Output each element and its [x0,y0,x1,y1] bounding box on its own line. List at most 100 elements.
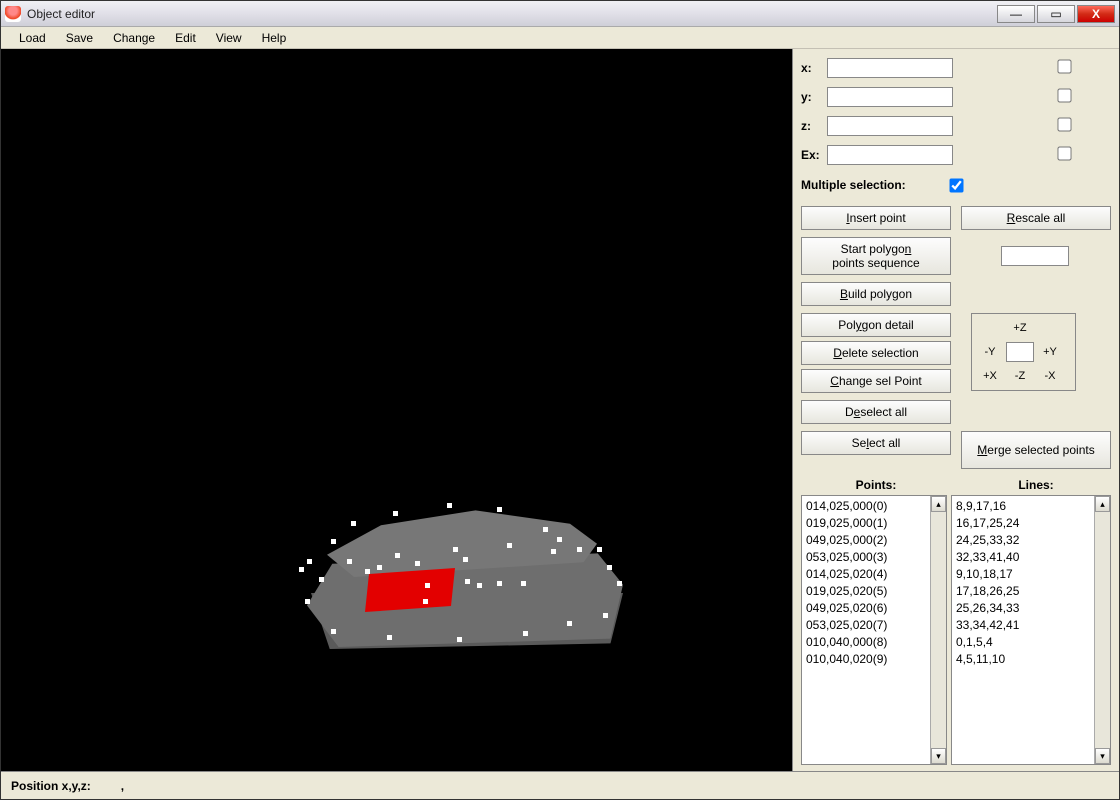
menu-help[interactable]: Help [252,29,297,47]
list-item[interactable]: 4,5,11,10 [956,651,1090,668]
vertex-handle[interactable] [331,629,336,634]
vertex-handle[interactable] [463,557,468,562]
nudge-plus-z[interactable]: +Z [1013,322,1026,334]
vertex-handle[interactable] [543,527,548,532]
list-item[interactable]: 17,18,26,25 [956,583,1090,600]
vertex-handle[interactable] [423,599,428,604]
nudge-plus-y[interactable]: +Y [1043,346,1057,358]
ex-input[interactable] [827,145,953,165]
vertex-handle[interactable] [603,613,608,618]
nudge-plus-x[interactable]: +X [983,370,997,382]
close-button[interactable]: X [1077,5,1115,23]
vertex-handle[interactable] [607,565,612,570]
vertex-handle[interactable] [305,599,310,604]
menu-load[interactable]: Load [9,29,56,47]
merge-selected-points-button[interactable]: Merge selected points [961,431,1111,469]
vertex-handle[interactable] [299,567,304,572]
list-item[interactable]: 32,33,41,40 [956,549,1090,566]
vertex-handle[interactable] [597,547,602,552]
lines-listbox[interactable]: 8,9,17,1616,17,25,2424,25,33,3232,33,41,… [951,495,1111,765]
vertex-handle[interactable] [351,521,356,526]
points-listbox[interactable]: 014,025,000(0)019,025,000(1)049,025,000(… [801,495,947,765]
vertex-handle[interactable] [365,569,370,574]
vertex-handle[interactable] [447,503,452,508]
list-item[interactable]: 8,9,17,16 [956,498,1090,515]
x-checkbox[interactable] [1057,59,1071,73]
vertex-handle[interactable] [331,539,336,544]
select-all-button[interactable]: Select all [801,431,951,455]
vertex-handle[interactable] [523,631,528,636]
deselect-all-button[interactable]: Deselect all [801,400,951,424]
vertex-handle[interactable] [393,511,398,516]
polygon-detail-button[interactable]: Polygon detail [801,313,951,337]
list-item[interactable]: 16,17,25,24 [956,515,1090,532]
multi-select-checkbox[interactable] [949,178,963,192]
vertex-handle[interactable] [507,543,512,548]
vertex-handle[interactable] [377,565,382,570]
insert-point-button[interactable]: Insert point [801,206,951,230]
list-item[interactable]: 010,040,000(8) [806,634,926,651]
lines-scrollbar[interactable]: ▴ ▾ [1094,496,1110,764]
nudge-minus-y[interactable]: -Y [985,346,996,358]
list-item[interactable]: 33,34,42,41 [956,617,1090,634]
list-item[interactable]: 053,025,000(3) [806,549,926,566]
vertex-handle[interactable] [453,547,458,552]
vertex-handle[interactable] [477,583,482,588]
menu-change[interactable]: Change [103,29,165,47]
y-input[interactable] [827,87,953,107]
points-scrollbar[interactable]: ▴ ▾ [930,496,946,764]
scroll-up-icon[interactable]: ▴ [1095,496,1110,512]
nudge-minus-x[interactable]: -X [1045,370,1056,382]
minimize-button[interactable]: — [997,5,1035,23]
menu-save[interactable]: Save [56,29,103,47]
scroll-down-icon[interactable]: ▾ [1095,748,1110,764]
vertex-handle[interactable] [319,577,324,582]
list-item[interactable]: 010,040,020(9) [806,651,926,668]
vertex-handle[interactable] [347,559,352,564]
polygon-seq-input[interactable] [1001,246,1069,266]
list-item[interactable]: 019,025,020(5) [806,583,926,600]
3d-viewport[interactable] [1,49,793,771]
vertex-handle[interactable] [425,583,430,588]
delete-selection-button[interactable]: Delete selection [801,341,951,365]
vertex-handle[interactable] [617,581,622,586]
change-sel-point-button[interactable]: Change sel Point [801,369,951,393]
vertex-handle[interactable] [577,547,582,552]
build-polygon-button[interactable]: Build polygon [801,282,951,306]
y-checkbox[interactable] [1057,88,1071,102]
scroll-up-icon[interactable]: ▴ [931,496,946,512]
vertex-handle[interactable] [307,559,312,564]
vertex-handle[interactable] [497,581,502,586]
vertex-handle[interactable] [457,637,462,642]
vertex-handle[interactable] [497,507,502,512]
z-checkbox[interactable] [1057,117,1071,131]
vertex-handle[interactable] [415,561,420,566]
list-item[interactable]: 0,1,5,4 [956,634,1090,651]
list-item[interactable]: 014,025,020(4) [806,566,926,583]
list-item[interactable]: 25,26,34,33 [956,600,1090,617]
list-item[interactable]: 049,025,000(2) [806,532,926,549]
rescale-all-button[interactable]: Rescale all [961,206,1111,230]
start-polygon-sequence-button[interactable]: Start polygon points sequence [801,237,951,275]
vertex-handle[interactable] [521,581,526,586]
scroll-down-icon[interactable]: ▾ [931,748,946,764]
nudge-amount-input[interactable] [1006,342,1034,362]
x-input[interactable] [827,58,953,78]
list-item[interactable]: 049,025,020(6) [806,600,926,617]
nudge-minus-z[interactable]: -Z [1015,370,1025,382]
vertex-handle[interactable] [395,553,400,558]
list-item[interactable]: 9,10,18,17 [956,566,1090,583]
list-item[interactable]: 24,25,33,32 [956,532,1090,549]
vertex-handle[interactable] [465,579,470,584]
list-item[interactable]: 019,025,000(1) [806,515,926,532]
menu-edit[interactable]: Edit [165,29,206,47]
vertex-handle[interactable] [557,537,562,542]
maximize-button[interactable]: ▭ [1037,5,1075,23]
z-input[interactable] [827,116,953,136]
ex-checkbox[interactable] [1057,146,1071,160]
menu-view[interactable]: View [206,29,252,47]
vertex-handle[interactable] [551,549,556,554]
list-item[interactable]: 053,025,020(7) [806,617,926,634]
vertex-handle[interactable] [387,635,392,640]
vertex-handle[interactable] [567,621,572,626]
